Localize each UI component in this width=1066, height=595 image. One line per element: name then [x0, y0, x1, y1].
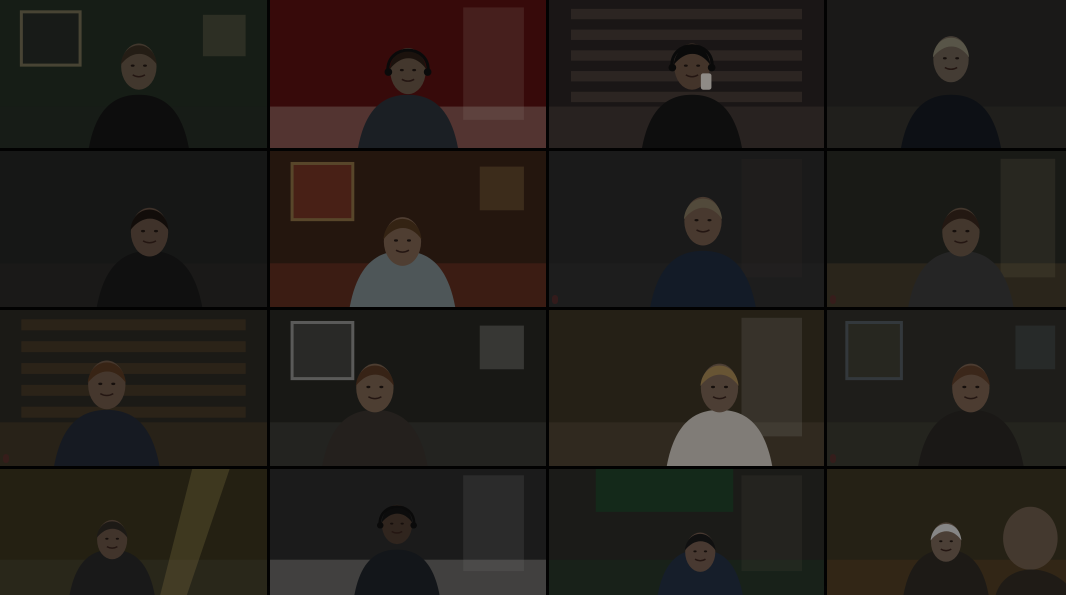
participant-video-tile[interactable]	[827, 151, 1066, 307]
wall-picture	[19, 10, 82, 67]
bookshelf-row	[571, 29, 802, 40]
wall-picture	[290, 320, 355, 381]
person-eye	[406, 239, 411, 242]
person-eye	[949, 540, 953, 543]
participant-video-tile[interactable]	[270, 310, 546, 466]
person-eye	[390, 522, 394, 525]
headset-earcup	[423, 68, 432, 76]
person-eye	[965, 229, 970, 233]
microphone-status-icon	[552, 295, 558, 304]
person-video-icon	[827, 469, 1066, 595]
person-eye	[694, 218, 699, 222]
headset-earcup	[384, 68, 393, 76]
person-video-icon	[827, 151, 1066, 307]
wall-picture	[290, 161, 355, 222]
microphone-status-icon	[3, 454, 9, 463]
window-or-door	[463, 475, 524, 572]
person-eye	[710, 385, 716, 389]
headset-earcup	[707, 63, 716, 72]
person-video-icon	[549, 151, 824, 307]
video-grid	[0, 0, 1066, 595]
bookshelf-row	[21, 319, 246, 331]
participant-video-tile[interactable]	[549, 469, 824, 595]
person-video-icon	[549, 0, 824, 148]
person-video-icon	[549, 469, 824, 595]
microphone-status-icon	[830, 295, 836, 304]
person-video-icon	[549, 310, 824, 466]
person-eye	[393, 239, 399, 242]
participant-video-tile[interactable]	[0, 0, 267, 148]
person-eye	[111, 382, 116, 386]
person-eye	[962, 385, 967, 389]
person-video-icon	[827, 0, 1066, 148]
bookshelf-row	[571, 8, 802, 20]
active-speaker-video-tile[interactable]	[0, 469, 267, 595]
participant-video-tile[interactable]	[827, 310, 1066, 466]
person-video-icon	[0, 310, 267, 466]
person-eye	[98, 382, 103, 386]
participant-video-tile[interactable]	[0, 310, 267, 466]
wall-picture	[479, 325, 524, 370]
participant-video-tile[interactable]	[270, 469, 546, 595]
participant-video-tile[interactable]	[0, 151, 267, 307]
microphone-status-icon	[830, 454, 836, 463]
second-person-face	[1003, 506, 1058, 570]
green-board	[595, 469, 734, 512]
window-or-door	[463, 7, 524, 120]
window-or-door	[741, 158, 802, 278]
participant-video-tile[interactable]	[827, 469, 1066, 595]
person-eye	[696, 64, 701, 67]
bookshelf-row	[21, 406, 246, 418]
person-eye	[939, 540, 943, 543]
person-video-icon	[270, 151, 546, 307]
person-eye	[955, 57, 960, 60]
participant-video-tile[interactable]	[270, 151, 546, 307]
person-eye	[942, 57, 947, 60]
window-or-door	[741, 475, 802, 572]
person-eye	[105, 537, 109, 540]
person-eye	[412, 68, 417, 72]
headset-earcup	[376, 521, 384, 529]
headset-earcup	[410, 521, 417, 529]
participant-video-tile[interactable]	[549, 0, 824, 148]
person-eye	[379, 385, 384, 389]
drink-can	[700, 73, 712, 90]
person-eye	[975, 385, 980, 389]
participant-video-tile[interactable]	[827, 0, 1066, 148]
window-or-door	[1000, 158, 1056, 278]
participant-video-tile[interactable]	[549, 310, 824, 466]
person-eye	[723, 385, 729, 389]
person-eye	[707, 218, 712, 222]
person-eye	[143, 64, 147, 67]
person-eye	[693, 550, 697, 553]
person-eye	[115, 537, 120, 540]
wall-picture	[202, 14, 246, 57]
person-eye	[130, 64, 135, 67]
wall-picture	[845, 320, 903, 381]
participant-video-tile[interactable]	[270, 0, 546, 148]
person-eye	[400, 522, 404, 525]
window-or-door	[741, 317, 802, 437]
person-eye	[683, 64, 688, 67]
person-eye	[153, 229, 159, 233]
person-eye	[399, 68, 404, 72]
person-video-icon	[0, 0, 267, 148]
participant-video-tile[interactable]	[549, 151, 824, 307]
person-video-icon	[270, 469, 546, 595]
person-video-icon	[270, 310, 546, 466]
person-video-icon	[0, 151, 267, 307]
bookshelf-row	[21, 341, 246, 353]
headset-earcup	[668, 63, 677, 72]
person-video-icon	[270, 0, 546, 148]
person-video-icon	[0, 469, 267, 595]
person-eye	[703, 550, 708, 553]
person-eye	[141, 229, 146, 233]
wall-picture	[479, 166, 524, 211]
person-video-icon	[827, 310, 1066, 466]
bookshelf-row	[21, 363, 246, 374]
person-eye	[366, 385, 371, 389]
bookshelf-row	[21, 384, 246, 396]
person-eye	[952, 229, 957, 233]
wall-picture	[1015, 325, 1056, 370]
